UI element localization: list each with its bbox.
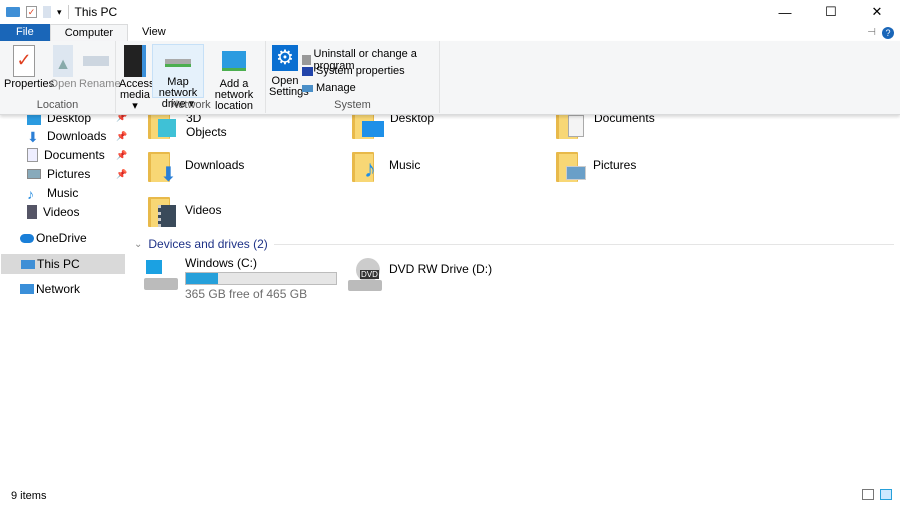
music-folder-icon: ♪ [352, 148, 384, 184]
help-icon[interactable]: ? [882, 26, 894, 39]
status-bar: 9 items [0, 485, 900, 506]
sidebar-item-network[interactable]: Network [20, 280, 80, 298]
properties-quick-icon[interactable]: ✓ [26, 6, 37, 18]
drive-c[interactable]: Windows (C:) 365 GB free of 465 GB [144, 256, 337, 301]
system-properties-button[interactable]: System properties [302, 65, 405, 77]
documents-icon [27, 148, 38, 162]
downloads-icon: ⬇ [27, 129, 39, 145]
drive-c-free-space: 365 GB free of 465 GB [185, 287, 308, 301]
open-settings-button[interactable]: ⚙ Open Settings [269, 45, 309, 98]
group-label-location: Location [36, 99, 79, 111]
details-view-button[interactable] [862, 489, 874, 500]
file-view: 3D Objects Desktop Documents ⬇ Downloads … [128, 100, 900, 485]
network-drive-icon [165, 59, 191, 67]
sidebar-item-videos[interactable]: Videos [27, 203, 79, 221]
navigation-pane: Desktop 📌 ⬇ Downloads 📌 Documents 📌 Pictu… [0, 111, 128, 485]
this-pc-icon [6, 7, 20, 17]
chevron-down-icon: ⌄ [134, 238, 143, 250]
videos-folder-icon [148, 193, 180, 229]
folder-music[interactable]: ♪ Music [352, 148, 420, 184]
sidebar-item-onedrive[interactable]: OneDrive [20, 229, 87, 247]
map-network-drive-button[interactable]: Map network drive ▾ [152, 44, 204, 110]
devices-section-header[interactable]: ⌄ Devices and drives (2) [134, 237, 894, 251]
pictures-folder-icon [556, 148, 588, 184]
videos-icon [27, 205, 37, 219]
network-icon [20, 284, 34, 294]
pin-icon[interactable]: 📌 [116, 169, 127, 180]
this-pc-icon [21, 259, 35, 269]
tab-computer[interactable]: Computer [49, 24, 129, 41]
uninstall-icon [302, 55, 311, 65]
pictures-icon [27, 169, 41, 179]
group-label-system: System [334, 99, 371, 111]
sidebar-item-this-pc[interactable]: This PC [1, 254, 125, 274]
network-location-icon [222, 51, 246, 71]
tab-file[interactable]: File [0, 24, 50, 41]
folder-pictures[interactable]: Pictures [556, 148, 636, 184]
sidebar-item-pictures[interactable]: Pictures [27, 165, 90, 183]
drive-d[interactable]: DVD DVD RW Drive (D:) [348, 258, 492, 292]
system-properties-icon [302, 66, 313, 76]
rename-icon [83, 56, 109, 66]
sidebar-item-downloads[interactable]: ⬇ Downloads [27, 127, 106, 145]
pin-icon[interactable]: 📌 [116, 150, 127, 161]
onedrive-cloud-icon [20, 233, 34, 243]
sidebar-item-documents[interactable]: Documents [27, 146, 105, 164]
close-button[interactable]: ✕ [854, 0, 900, 24]
pin-icon[interactable]: 📌 [116, 131, 127, 142]
group-label-network: Network [170, 99, 211, 111]
folder-downloads[interactable]: ⬇ Downloads [148, 148, 244, 186]
title-bar: ✓ ▾ This PC — ☐ ✕ [0, 0, 900, 24]
minimize-button[interactable]: — [762, 0, 808, 24]
drive-c-usage-bar [185, 272, 337, 285]
ribbon: ✓ Properties ▲ Open Rename Location Acce… [0, 41, 900, 115]
downloads-folder-icon: ⬇ [148, 148, 180, 186]
access-media-icon [124, 45, 146, 77]
group-system: ⚙ Open Settings Uninstall or change a pr… [266, 41, 440, 113]
properties-button[interactable]: ✓ Properties [4, 45, 54, 90]
manage-icon [302, 84, 313, 92]
open-button[interactable]: ▲ Open [49, 45, 77, 90]
music-icon: ♪ [27, 186, 34, 202]
ribbon-tabs: File Computer View ⊣ ? [0, 24, 900, 41]
large-icons-view-button[interactable] [880, 489, 892, 500]
manage-button[interactable]: Manage [302, 82, 356, 94]
pin-ribbon-icon[interactable]: ⊣ [867, 27, 876, 38]
tab-view[interactable]: View [128, 24, 180, 41]
new-folder-quick-icon[interactable] [43, 6, 51, 18]
properties-icon: ✓ [13, 45, 35, 77]
drive-d-name: DVD RW Drive (D:) [389, 262, 493, 276]
group-network: Access media ▾ Map network drive ▾ Add a… [116, 41, 266, 113]
rename-button[interactable]: Rename [79, 45, 121, 90]
group-location: ✓ Properties ▲ Open Rename Location [0, 41, 121, 113]
open-icon: ▲ [53, 45, 73, 77]
window-title: This PC [74, 5, 118, 19]
drive-c-name: Windows (C:) [185, 256, 258, 270]
folder-videos[interactable]: Videos [148, 193, 221, 229]
settings-gear-icon: ⚙ [272, 45, 298, 71]
item-count: 9 items [11, 489, 47, 502]
maximize-button[interactable]: ☐ [808, 0, 854, 24]
customize-quick-access-icon[interactable]: ▾ [57, 7, 62, 18]
sidebar-item-music[interactable]: ♪ Music [27, 184, 78, 202]
dvd-drive-icon: DVD [348, 258, 384, 292]
windows-drive-icon [144, 256, 180, 292]
